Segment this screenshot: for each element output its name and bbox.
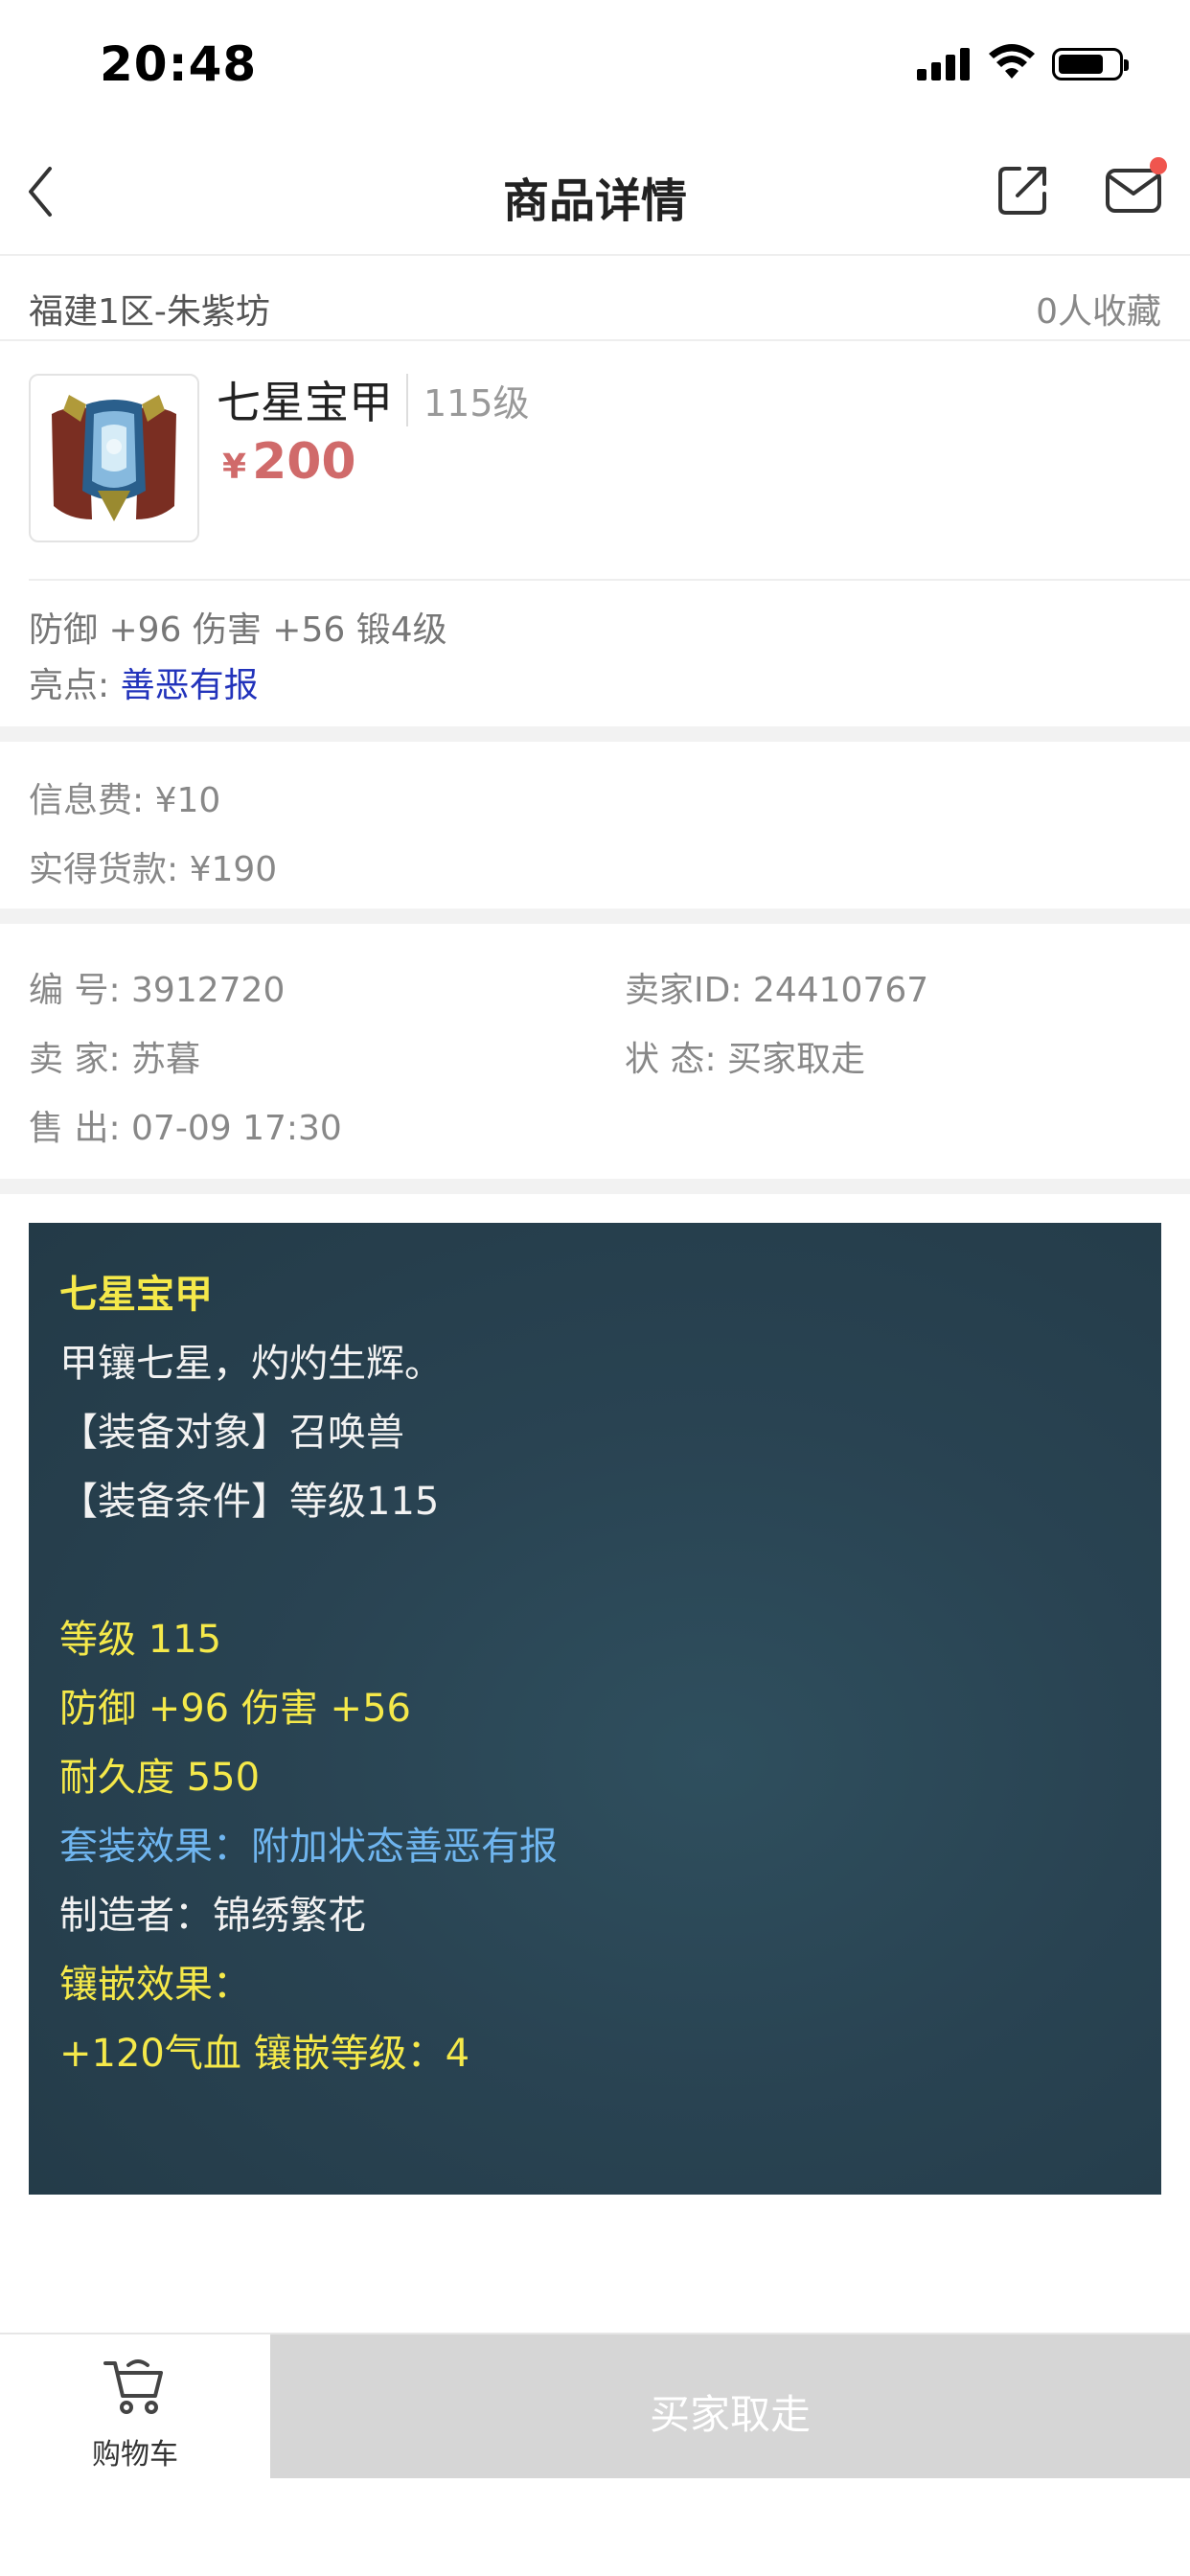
section-separator — [0, 726, 1190, 742]
sold-value: 07-09 17:30 — [131, 1109, 342, 1148]
section-separator — [0, 908, 1190, 924]
item-number: 编 号: 3912720 — [29, 962, 285, 1012]
item-number-value: 3912720 — [131, 971, 286, 1010]
navigation-bar: 商品详情 — [0, 125, 1190, 256]
notification-dot — [1150, 157, 1167, 174]
status-value: 买家取走 — [727, 1040, 866, 1079]
seller: 卖 家: 苏暮 — [29, 1031, 200, 1081]
item-name: 七星宝甲 — [217, 377, 393, 428]
cart-label: 购物车 — [92, 2438, 178, 2472]
wifi-icon — [989, 44, 1035, 79]
seller-id-label: 卖家ID: — [625, 971, 743, 1010]
highlight-value: 善恶有报 — [120, 666, 259, 705]
net-proceeds: 实得货款: ¥190 — [29, 850, 278, 889]
item-stats: 防御 +96 伤害 +56 锻4级 — [29, 610, 447, 650]
server-row: 福建1区-朱紫坊 0人收藏 — [0, 270, 1190, 341]
item-thumbnail[interactable] — [29, 374, 199, 542]
status-bar: 20:48 — [0, 0, 1190, 125]
desc-stats: 防御 +96 伤害 +56 — [59, 1687, 411, 1731]
item-price: ¥200 — [222, 433, 356, 491]
seller-label: 卖 家: — [29, 1040, 121, 1079]
status-time: 20:48 — [100, 36, 258, 92]
shopping-cart-icon — [103, 2359, 163, 2414]
server-name: 福建1区-朱紫坊 — [29, 292, 270, 332]
sold-label: 售 出: — [29, 1109, 121, 1148]
item-highlight: 亮点: 善恶有报 — [29, 657, 259, 707]
desc-inlay-value: +120气血 镶嵌等级：4 — [59, 2032, 470, 2076]
armor-icon — [52, 395, 176, 521]
item-number-label: 编 号: — [29, 971, 121, 1010]
status: 状 态: 买家取走 — [625, 1031, 865, 1081]
buyer-collected-label: 买家取走 — [649, 2391, 811, 2438]
sold-time: 售 出: 07-09 17:30 — [29, 1100, 342, 1150]
desc-maker: 制造者：锦绣繁花 — [59, 1894, 366, 1938]
price-value: 200 — [252, 433, 356, 491]
desc-target: 【装备对象】召唤兽 — [59, 1411, 404, 1455]
item-level: 115级 — [406, 374, 530, 426]
desc-durability: 耐久度 550 — [59, 1756, 261, 1800]
desc-title: 七星宝甲 — [59, 1273, 213, 1317]
favorite-count[interactable]: 0人收藏 — [1036, 284, 1161, 334]
desc-level: 等级 115 — [59, 1618, 222, 1662]
currency-symbol: ¥ — [222, 448, 247, 487]
desc-requirement: 【装备条件】等级115 — [59, 1480, 440, 1524]
cart-button[interactable]: 购物车 — [0, 2334, 270, 2478]
desc-flavor: 甲镶七星，灼灼生辉。 — [59, 1342, 443, 1386]
item-description-panel: 七星宝甲 甲镶七星，灼灼生辉。 【装备对象】召唤兽 【装备条件】等级115 等级… — [29, 1223, 1161, 2195]
divider — [29, 579, 1190, 581]
section-separator — [0, 1179, 1190, 1194]
seller-value: 苏暮 — [131, 1040, 201, 1079]
cellular-signal-icon — [917, 46, 971, 80]
highlight-label: 亮点: — [29, 666, 110, 705]
bottom-action-bar: 购物车 买家取走 — [0, 2333, 1190, 2478]
desc-set-effect: 套装效果：附加状态善恶有报 — [59, 1825, 558, 1869]
info-fee: 信息费: ¥10 — [29, 781, 221, 820]
battery-icon — [1052, 48, 1129, 80]
share-icon[interactable] — [996, 163, 1050, 217]
desc-inlay-title: 镶嵌效果： — [59, 1963, 251, 2007]
seller-id: 卖家ID: 24410767 — [625, 962, 928, 1012]
seller-id-value: 24410767 — [752, 971, 929, 1010]
status-label: 状 态: — [625, 1040, 717, 1079]
buyer-collected-button[interactable]: 买家取走 — [270, 2334, 1190, 2478]
